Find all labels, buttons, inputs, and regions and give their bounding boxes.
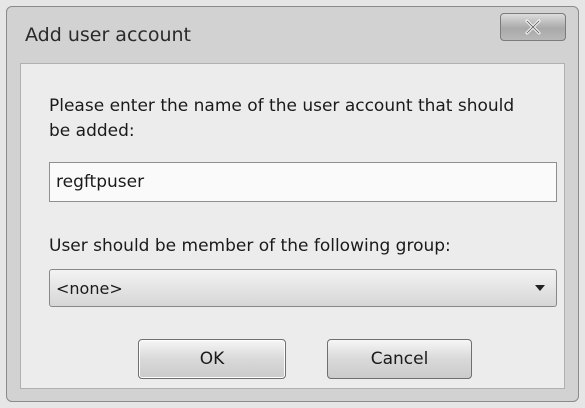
add-user-dialog: Add user account Please enter the name o… [6, 6, 579, 402]
chevron-down-icon [535, 285, 545, 291]
username-value: regftpuser [56, 172, 145, 192]
group-select[interactable]: <none> [49, 269, 557, 307]
username-input[interactable]: regftpuser [49, 162, 557, 202]
title-bar[interactable]: Add user account [7, 7, 578, 61]
close-button[interactable] [500, 13, 566, 41]
ok-button[interactable]: OK [138, 339, 286, 379]
dialog-title: Add user account [25, 24, 191, 46]
group-selected-value: <none> [56, 278, 123, 298]
username-prompt: Please enter the name of the user accoun… [49, 96, 515, 141]
close-icon [525, 19, 541, 35]
cancel-button[interactable]: Cancel [327, 339, 472, 379]
group-label: User should be member of the following g… [49, 236, 451, 256]
dialog-body: Please enter the name of the user accoun… [20, 63, 565, 389]
